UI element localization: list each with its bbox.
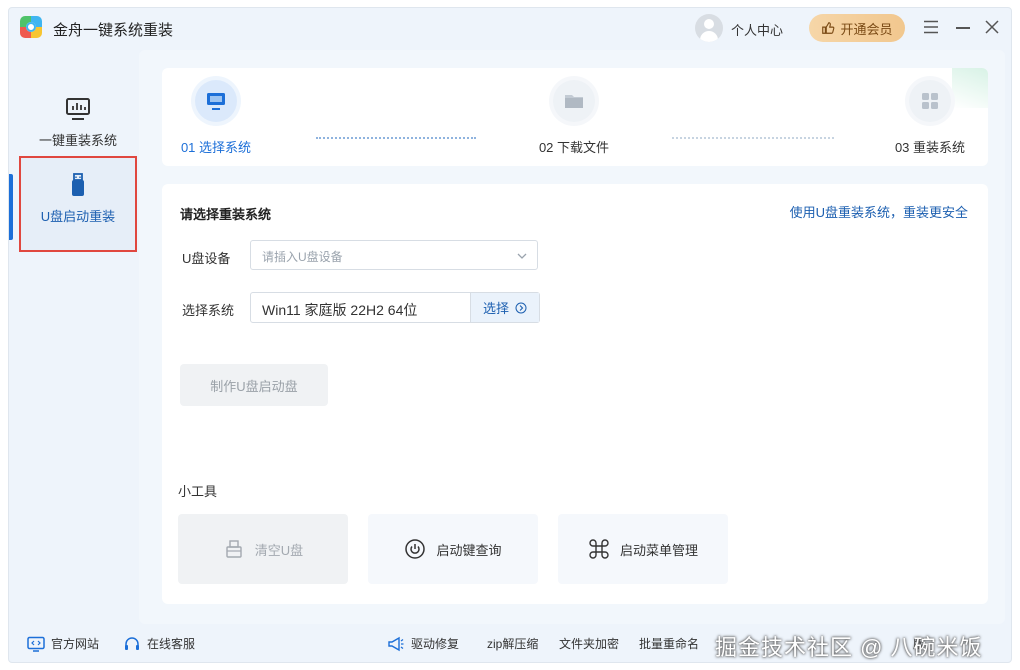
sidebar-active-indicator — [9, 174, 13, 240]
usb-device-placeholder: 请插入U盘设备 — [262, 250, 343, 264]
tools-title: 小工具 — [178, 484, 218, 499]
avatar[interactable] — [695, 14, 723, 42]
footer-zip-link[interactable]: zip解压缩 — [487, 635, 538, 652]
footer-support-link[interactable]: 在线客服 — [123, 635, 195, 652]
footer-driver-repair-link[interactable]: 驱动修复 — [387, 635, 459, 652]
thumbs-up-icon — [822, 22, 835, 34]
command-icon — [589, 539, 609, 559]
main-panel: 01 选择系统 02 下载文件 03 重装系统 请选择重装系统 使用U盘重装系统… — [139, 50, 1005, 624]
step-connector — [672, 137, 834, 139]
footer-batch-rename-link[interactable]: 批量重命名 — [639, 635, 699, 652]
make-usb-boot-button[interactable]: 制作U盘启动盘 — [180, 364, 328, 406]
sidebar-item-label: 一键重装系统 — [38, 133, 117, 148]
power-icon — [405, 539, 426, 559]
choose-system-button[interactable]: 选择 — [470, 293, 539, 322]
tool-label: 启动菜单管理 — [619, 542, 698, 558]
monitor-icon — [207, 93, 225, 110]
sidebar-item-usb-reinstall[interactable]: U盘启动重装 — [19, 156, 137, 252]
usb-clear-icon — [226, 540, 242, 558]
chevron-down-icon — [517, 253, 527, 259]
footer-website-link[interactable]: 官方网站 — [27, 635, 99, 652]
title-bar: 金舟一键系统重装 个人中心 开通会员 — [9, 8, 1011, 50]
usb-device-select[interactable]: 请插入U盘设备 — [250, 240, 538, 270]
minimize-icon[interactable] — [956, 27, 970, 29]
app-window: 金舟一键系统重装 个人中心 开通会员 一键重装系统 U盘启动重装 01 选择系统… — [8, 7, 1012, 663]
step-label: 03 重装系统 — [894, 140, 966, 155]
system-value: Win11 家庭版 22H2 64位 — [262, 302, 418, 318]
windows-grid-icon — [922, 93, 938, 109]
tool-label: 清空U盘 — [254, 542, 304, 558]
tool-label: 启动键查询 — [436, 542, 502, 558]
sidebar-item-label: U盘启动重装 — [40, 209, 116, 224]
vip-button[interactable]: 开通会员 — [809, 14, 905, 42]
safe-reinstall-link[interactable]: 使用U盘重装系统，重装更安全 — [790, 202, 968, 221]
boot-key-query-button[interactable]: 启动键查询 — [368, 514, 538, 584]
choose-system-label: 选择 — [482, 301, 509, 316]
vip-button-label: 开通会员 — [840, 21, 893, 37]
user-center-link[interactable]: 个人中心 — [731, 20, 783, 39]
megaphone-icon — [388, 636, 404, 651]
menu-icon[interactable] — [923, 20, 939, 34]
monitor-chart-icon — [66, 98, 90, 120]
system-field: Win11 家庭版 22H2 64位 选择 — [250, 292, 540, 323]
clear-usb-button[interactable]: 清空U盘 — [178, 514, 348, 584]
usb-device-label: U盘设备 — [182, 251, 231, 266]
close-icon[interactable] — [985, 20, 999, 34]
step-select-system: 01 选择系统 — [166, 80, 266, 156]
footer-bar: 官方网站 在线客服 驱动修复 zip解压缩 文件夹加密 批量重命名 版 掘金技术… — [9, 626, 1011, 662]
sidebar: 一键重装系统 U盘启动重装 — [9, 50, 139, 610]
folder-icon — [565, 95, 583, 108]
section-title: 请选择重装系统 — [180, 207, 272, 222]
footer-folder-encrypt-link[interactable]: 文件夹加密 — [559, 635, 619, 652]
system-select-label: 选择系统 — [182, 303, 235, 318]
step-download-files: 02 下载文件 — [524, 80, 624, 156]
step-label: 02 下载文件 — [538, 140, 610, 155]
app-logo-icon — [20, 16, 42, 38]
system-form-card: 请选择重装系统 使用U盘重装系统，重装更安全 U盘设备 请插入U盘设备 选择系统… — [162, 184, 988, 604]
headset-icon — [125, 636, 139, 650]
step-connector — [316, 137, 476, 139]
app-title: 金舟一键系统重装 — [53, 22, 174, 39]
usb-drive-icon — [72, 173, 84, 196]
steps-progress: 01 选择系统 02 下载文件 03 重装系统 — [162, 68, 988, 166]
website-icon — [27, 636, 45, 652]
boot-menu-manager-button[interactable]: 启动菜单管理 — [558, 514, 728, 584]
chevron-right-circle-icon — [515, 302, 527, 313]
step-label: 01 选择系统 — [180, 140, 252, 155]
watermark: 掘金技术社区 @ 八碗米饭 — [715, 635, 983, 660]
step-reinstall-system: 03 重装系统 — [880, 80, 980, 156]
